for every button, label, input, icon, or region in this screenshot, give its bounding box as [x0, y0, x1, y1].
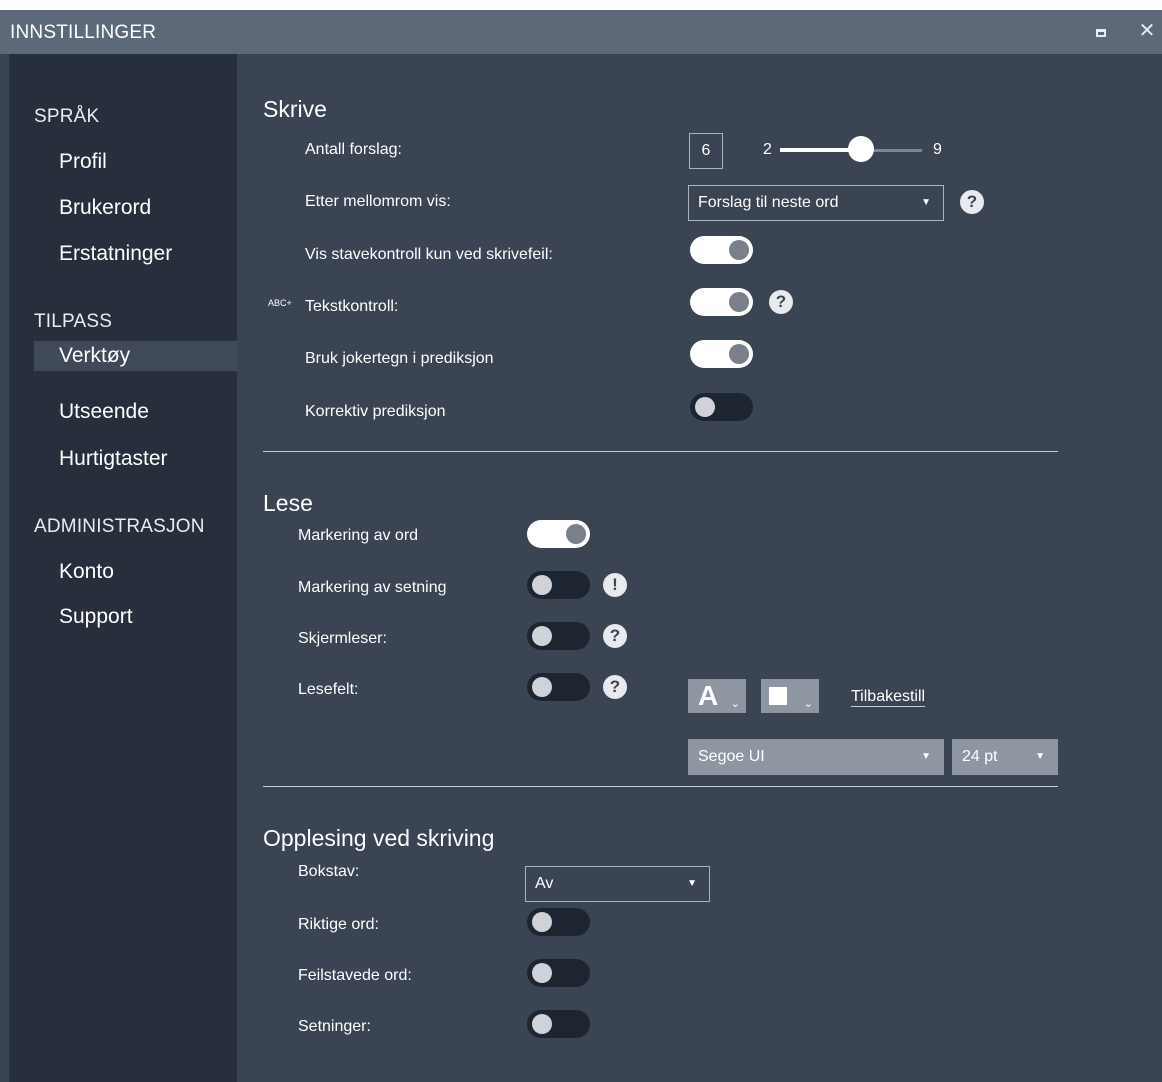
help-icon[interactable]: ?: [960, 190, 984, 214]
setninger-toggle[interactable]: [527, 1010, 590, 1038]
korrektiv-toggle[interactable]: [690, 393, 753, 421]
toggle-knob: [532, 963, 552, 983]
heading-opplesing: Opplesing ved skriving: [263, 825, 495, 851]
sidebar-item-profil[interactable]: Profil: [59, 150, 107, 174]
jokertegn-label: Bruk jokertegn i prediksjon: [305, 350, 494, 367]
toggle-knob: [532, 912, 552, 932]
bokstav-value: Av: [535, 875, 554, 892]
riktige-ord-toggle[interactable]: [527, 908, 590, 936]
sidebar-item-erstatninger[interactable]: Erstatninger: [59, 242, 172, 266]
warning-icon[interactable]: !: [603, 573, 627, 597]
sidebar-item-hurtigtaster[interactable]: Hurtigtaster: [59, 447, 168, 471]
main-panel: Skrive Antall forslag: 6 2 9 Etter mello…: [237, 54, 1162, 1082]
markering-setning-label: Markering av setning: [298, 579, 447, 596]
font-color-button[interactable]: A ⌄: [688, 679, 746, 713]
bokstav-label: Bokstav:: [298, 863, 360, 880]
toggle-knob: [729, 344, 749, 364]
sidebar-item-verktoy[interactable]: Verktøy: [59, 344, 130, 368]
feilstavede-ord-label: Feilstavede ord:: [298, 967, 412, 984]
background-color-icon: [769, 687, 787, 705]
slider-min-label: 2: [763, 141, 772, 158]
font-family-value: Segoe UI: [698, 748, 765, 765]
section-divider: [263, 786, 1058, 787]
toggle-knob: [532, 1014, 552, 1034]
chevron-down-icon: ▼: [1035, 751, 1045, 762]
etter-mellomrom-value: Forslag til neste ord: [698, 194, 839, 211]
spellcheck-abc-icon: ABC+: [268, 298, 292, 308]
markering-ord-toggle[interactable]: [527, 520, 590, 548]
section-sprak: SPRÅK: [34, 106, 100, 127]
antall-forslag-label: Antall forslag:: [305, 141, 402, 158]
settings-window: INNSTILLINGER ✕ SPRÅK Profil Brukerord E…: [0, 10, 1162, 1082]
skjermleser-toggle[interactable]: [527, 622, 590, 650]
toggle-knob: [532, 677, 552, 697]
riktige-ord-label: Riktige ord:: [298, 916, 379, 933]
section-divider: [263, 451, 1058, 452]
sidebar-item-brukerord[interactable]: Brukerord: [59, 196, 151, 220]
chevron-down-icon: ⌄: [803, 698, 813, 710]
section-tilpass: TILPASS: [34, 311, 113, 332]
jokertegn-toggle[interactable]: [690, 340, 753, 368]
antall-forslag-value[interactable]: 6: [689, 133, 723, 169]
chevron-down-icon: ▼: [921, 197, 931, 208]
window-title: INNSTILLINGER: [10, 22, 157, 43]
korrektiv-label: Korrektiv prediksjon: [305, 403, 446, 420]
sidebar-item-support[interactable]: Support: [59, 605, 133, 629]
font-family-select[interactable]: Segoe UI ▼: [688, 739, 944, 775]
lesefelt-label: Lesefelt:: [298, 681, 359, 698]
stavekontroll-label: Vis stavekontroll kun ved skrivefeil:: [305, 246, 553, 263]
etter-mellomrom-select[interactable]: Forslag til neste ord ▼: [688, 185, 944, 221]
slider-max-label: 9: [933, 141, 942, 158]
skjermleser-label: Skjermleser:: [298, 630, 387, 647]
toggle-knob: [532, 575, 552, 595]
font-size-select[interactable]: 24 pt ▼: [952, 739, 1058, 775]
toggle-knob: [695, 397, 715, 417]
title-bar: INNSTILLINGER ✕: [0, 10, 1162, 54]
help-icon[interactable]: ?: [603, 624, 627, 648]
maximize-button[interactable]: [1090, 20, 1112, 42]
font-color-icon: A: [698, 680, 719, 711]
chevron-down-icon: ▼: [921, 751, 931, 762]
help-icon[interactable]: ?: [769, 290, 793, 314]
heading-lese: Lese: [263, 490, 313, 516]
stavekontroll-toggle[interactable]: [690, 236, 753, 264]
chevron-down-icon: ⌄: [730, 698, 740, 710]
tekstkontroll-label: Tekstkontroll:: [305, 298, 399, 315]
setninger-label: Setninger:: [298, 1018, 371, 1035]
feilstavede-ord-toggle[interactable]: [527, 959, 590, 987]
sidebar-item-utseende[interactable]: Utseende: [59, 400, 149, 424]
markering-setning-toggle[interactable]: [527, 571, 590, 599]
toggle-knob: [566, 524, 586, 544]
toggle-knob: [532, 626, 552, 646]
sidebar-item-konto[interactable]: Konto: [59, 560, 114, 584]
maximize-icon: [1096, 29, 1106, 37]
tekstkontroll-toggle[interactable]: [690, 288, 753, 316]
background-color-button[interactable]: ⌄: [761, 679, 819, 713]
help-icon[interactable]: ?: [603, 675, 627, 699]
chevron-down-icon: ▼: [687, 878, 697, 889]
lesefelt-toggle[interactable]: [527, 673, 590, 701]
heading-skrive: Skrive: [263, 96, 327, 122]
toggle-knob: [729, 292, 749, 312]
close-button[interactable]: ✕: [1136, 20, 1158, 42]
font-size-value: 24 pt: [962, 748, 998, 765]
sidebar: SPRÅK Profil Brukerord Erstatninger TILP…: [9, 54, 237, 1082]
section-administrasjon: ADMINISTRASJON: [34, 516, 205, 537]
slider-thumb[interactable]: [848, 136, 875, 162]
toggle-knob: [729, 240, 749, 260]
markering-ord-label: Markering av ord: [298, 527, 419, 544]
tilbakestill-link[interactable]: Tilbakestill: [851, 688, 926, 707]
etter-mellomrom-label: Etter mellomrom vis:: [305, 193, 451, 210]
bokstav-select[interactable]: Av ▼: [525, 866, 710, 902]
